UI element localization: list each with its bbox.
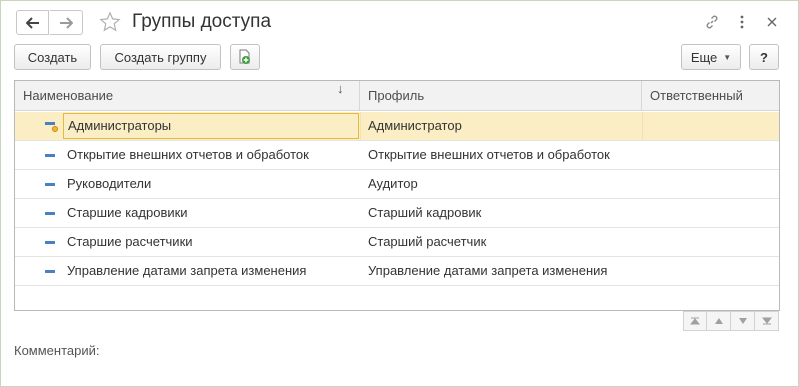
more-vertical-icon: [740, 15, 744, 29]
scroll-bottom-icon: [761, 317, 772, 325]
column-header-profile-label: Профиль: [368, 88, 425, 103]
column-header-responsible-label: Ответственный: [650, 88, 743, 103]
cell-name: Старшие кадровики: [67, 205, 188, 220]
scroll-up-icon: [714, 318, 723, 324]
table-row[interactable]: Руководители Аудитор: [15, 170, 779, 199]
column-header-name[interactable]: Наименование: [15, 81, 360, 111]
star-icon: [99, 11, 121, 32]
cell-profile: Администратор: [368, 118, 462, 133]
cell-profile: Открытие внешних отчетов и обработок: [368, 147, 610, 162]
close-icon: [767, 17, 777, 27]
copy-button[interactable]: [230, 44, 260, 70]
favorite-button[interactable]: [98, 10, 122, 34]
group-icon: [45, 183, 55, 186]
create-group-button[interactable]: Создать группу: [100, 44, 221, 70]
table-scroll-controls: [683, 311, 780, 331]
table-row[interactable]: Открытие внешних отчетов и обработок Отк…: [15, 141, 779, 170]
link-icon: [706, 15, 718, 29]
column-divider: [360, 112, 361, 140]
group-icon: [45, 154, 55, 157]
help-button-label: ?: [760, 49, 768, 65]
comment-label: Комментарий:: [14, 343, 100, 358]
admin-badge-icon: [52, 126, 58, 132]
column-header-profile[interactable]: Профиль: [360, 81, 642, 111]
scroll-up-button[interactable]: [707, 311, 731, 331]
cell-name: Старшие расчетчики: [67, 234, 193, 249]
forward-button[interactable]: [50, 10, 83, 35]
table-row[interactable]: Управление датами запрета изменения Упра…: [15, 257, 779, 286]
help-button[interactable]: ?: [749, 44, 779, 70]
scroll-to-top-button[interactable]: [683, 311, 707, 331]
table-header: Наименование ↓ Профиль Ответственный: [15, 81, 779, 111]
create-button-label: Создать: [27, 49, 78, 65]
table-row[interactable]: Старшие расчетчики Старший расчетчик: [15, 228, 779, 257]
scroll-to-bottom-button[interactable]: [755, 311, 779, 331]
cell-profile: Старший расчетчик: [368, 234, 487, 249]
scroll-down-button[interactable]: [731, 311, 755, 331]
more-actions-button[interactable]: [731, 11, 753, 33]
table-row[interactable]: Старшие кадровики Старший кадровик: [15, 199, 779, 228]
page-title: Группы доступа: [132, 11, 272, 32]
group-icon: [45, 270, 55, 273]
table-row[interactable]: Администраторы Администратор: [15, 112, 779, 141]
cell-name: Администраторы: [63, 113, 359, 139]
create-button[interactable]: Создать: [14, 44, 91, 70]
scroll-top-icon: [690, 317, 700, 325]
cell-profile: Управление датами запрета изменения: [368, 263, 608, 278]
cell-name: Открытие внешних отчетов и обработок: [67, 147, 309, 162]
column-divider: [642, 112, 643, 140]
group-icon: [45, 122, 55, 125]
back-button[interactable]: [16, 10, 49, 35]
arrow-right-icon: [60, 16, 73, 29]
cell-profile: Аудитор: [368, 176, 418, 191]
chevron-down-icon: ▼: [723, 52, 732, 62]
arrow-left-icon: [25, 16, 39, 29]
group-icon: [45, 212, 55, 215]
column-header-responsible[interactable]: Ответственный: [642, 81, 779, 111]
cell-profile: Старший кадровик: [368, 205, 482, 220]
access-groups-table[interactable]: Наименование ↓ Профиль Ответственный Адм…: [14, 80, 780, 311]
group-icon: [45, 241, 55, 244]
link-button[interactable]: [701, 11, 723, 33]
cell-name: Управление датами запрета изменения: [67, 263, 307, 278]
column-header-name-label: Наименование: [23, 88, 114, 103]
more-button[interactable]: Еще ▼: [681, 44, 741, 70]
more-button-label: Еще: [690, 49, 718, 65]
sort-descending-icon[interactable]: ↓: [337, 81, 344, 96]
cell-name: Руководители: [67, 176, 152, 191]
copy-add-icon: [239, 49, 250, 64]
access-groups-window: Группы доступа Создать Создать группу Ещ…: [0, 0, 799, 387]
scroll-down-icon: [738, 318, 747, 324]
close-button[interactable]: [761, 11, 783, 33]
create-group-button-label: Создать группу: [114, 49, 207, 65]
